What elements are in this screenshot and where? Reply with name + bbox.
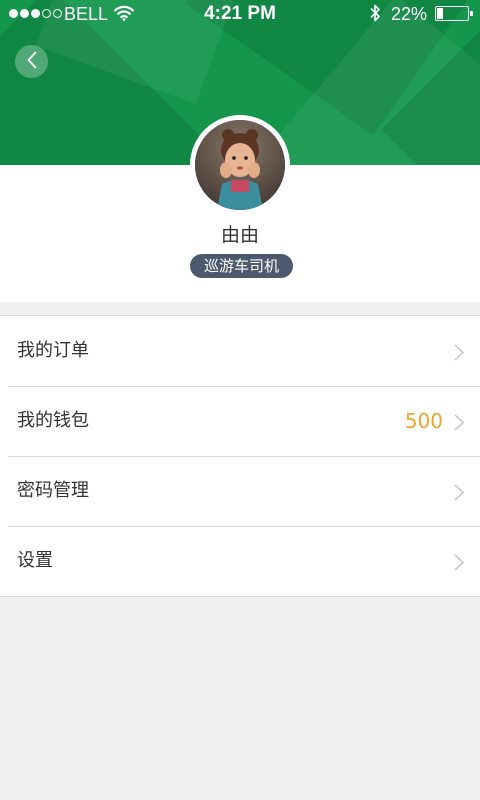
- menu-item-label: 我的钱包: [17, 410, 89, 431]
- menu-item-settings[interactable]: 设置: [0, 526, 480, 596]
- battery-icon: [435, 6, 473, 21]
- battery-level-fill: [437, 8, 443, 19]
- battery-percentage: 22%: [391, 4, 428, 24]
- chevron-left-icon: [26, 51, 38, 73]
- menu-item-password[interactable]: 密码管理: [0, 456, 480, 526]
- chevron-right-icon: [454, 554, 465, 575]
- menu-item-label: 我的订单: [17, 340, 89, 361]
- avatar-photo: [195, 120, 285, 210]
- chevron-right-icon: [454, 414, 465, 435]
- user-name: 由由: [220, 224, 259, 246]
- settings-menu: 我的订单 我的钱包 500 密码管理 设置: [0, 315, 480, 597]
- bluetooth-icon: [368, 3, 382, 28]
- avatar[interactable]: [190, 115, 290, 215]
- chevron-right-icon: [454, 484, 465, 505]
- menu-item-wallet[interactable]: 我的钱包 500: [0, 386, 480, 456]
- menu-item-orders[interactable]: 我的订单: [0, 316, 480, 386]
- wallet-balance: 500: [404, 409, 443, 433]
- chevron-right-icon: [454, 344, 465, 365]
- role-badge: 巡游车司机: [190, 254, 293, 278]
- menu-item-label: 设置: [17, 550, 53, 571]
- back-button[interactable]: [15, 45, 48, 78]
- menu-item-label: 密码管理: [17, 480, 89, 501]
- status-bar: BELL 4:21 PM 22%: [0, 0, 480, 28]
